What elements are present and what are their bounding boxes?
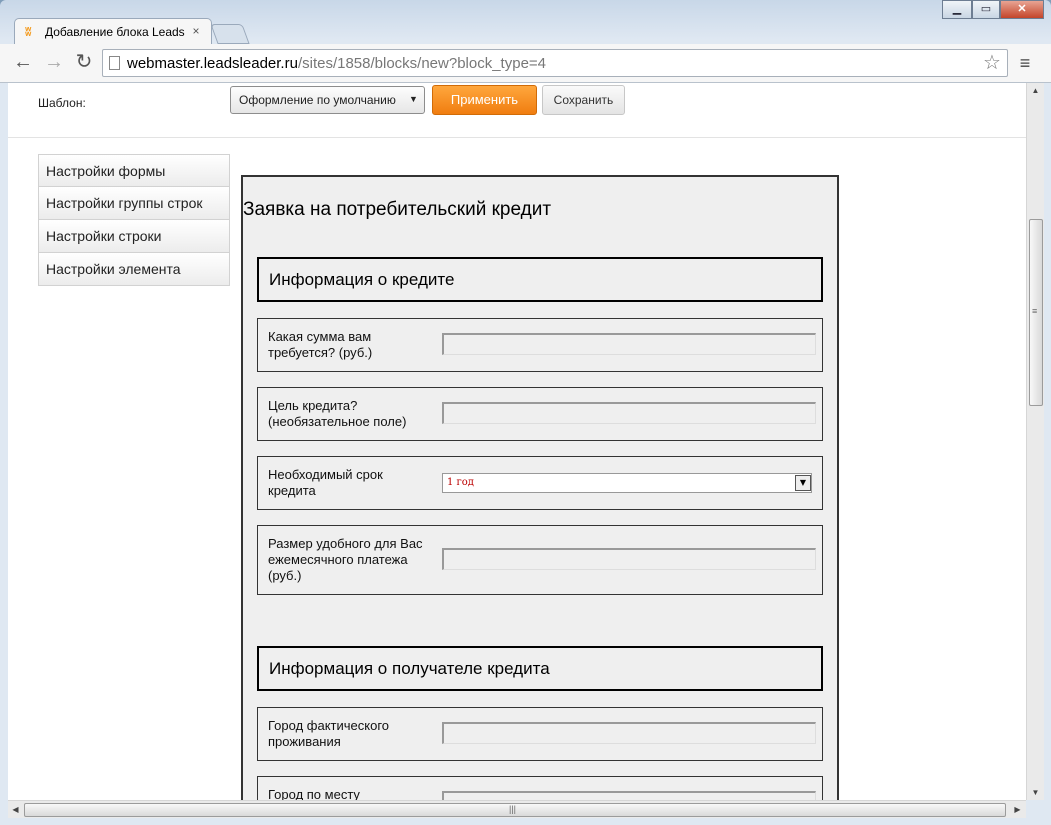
- template-select[interactable]: Оформление по умолчанию ▼: [230, 86, 425, 114]
- apply-button[interactable]: Применить: [432, 85, 537, 115]
- chevron-down-icon: ▼: [409, 94, 418, 104]
- template-bar: Шаблон: Оформление по умолчанию ▼ Примен…: [8, 83, 1026, 138]
- term-select-value: 1 год: [447, 477, 474, 488]
- forward-arrow-icon[interactable]: →: [43, 52, 65, 74]
- section-title: Информация о кредите: [269, 270, 455, 289]
- browser-window: ʬ Добавление блока Leadsl × ▁ ▭ ✕ ← → ↻ …: [0, 0, 1051, 825]
- tab-title: Добавление блока Leadsl: [45, 25, 185, 39]
- form-preview: Заявка на потребительский кредит Информа…: [241, 175, 839, 800]
- form-row[interactable]: Город по месту: [257, 776, 823, 800]
- row-label: Необходимый срок кредита: [268, 467, 383, 498]
- page-content: Шаблон: Оформление по умолчанию ▼ Примен…: [8, 83, 1026, 800]
- bookmark-star-icon[interactable]: ☆: [981, 52, 1003, 74]
- url-text: webmaster.leadsleader.ru/sites/1858/bloc…: [127, 55, 547, 72]
- grip-icon: ≡: [1032, 306, 1038, 316]
- close-window-icon[interactable]: ✕: [1000, 0, 1044, 19]
- row-label: Цель кредита? (необязательное поле): [268, 398, 407, 429]
- tab-strip: ʬ Добавление блока Leadsl × ▁ ▭ ✕: [0, 0, 1051, 46]
- template-label: Шаблон:: [38, 96, 86, 110]
- minimize-icon[interactable]: ▁: [942, 0, 972, 19]
- section-header[interactable]: Информация о получателе кредита: [257, 646, 823, 691]
- reload-icon[interactable]: ↻: [73, 52, 95, 74]
- new-tab-button[interactable]: [210, 24, 250, 44]
- scroll-left-icon[interactable]: ◀: [8, 801, 23, 818]
- page-icon: [109, 56, 120, 70]
- scrollbar-thumb[interactable]: ≡: [1029, 219, 1043, 406]
- form-row[interactable]: Цель кредита? (необязательное поле): [257, 387, 823, 441]
- sidebar-item-row-settings[interactable]: Настройки строки: [38, 220, 230, 253]
- settings-sidebar: Настройки формы Настройки группы строк Н…: [38, 154, 230, 286]
- form-title: Заявка на потребительский кредит: [243, 199, 552, 220]
- row-label: Город фактического проживания: [268, 718, 389, 749]
- scrollbar-thumb[interactable]: |||: [24, 803, 1006, 817]
- back-arrow-icon[interactable]: ←: [12, 52, 34, 74]
- address-bar[interactable]: webmaster.leadsleader.ru/sites/1858/bloc…: [102, 49, 1008, 77]
- purpose-input[interactable]: [442, 402, 816, 424]
- section-title: Информация о получателе кредита: [269, 659, 550, 678]
- term-select[interactable]: 1 год ▼: [442, 473, 812, 493]
- section-header[interactable]: Информация о кредите: [257, 257, 823, 302]
- scroll-down-icon[interactable]: ▼: [1027, 785, 1044, 800]
- row-label: Какая сумма вам требуется? (руб.): [268, 329, 373, 360]
- maximize-icon[interactable]: ▭: [972, 0, 1000, 19]
- scroll-right-icon[interactable]: ▶: [1010, 801, 1025, 818]
- tab-close-icon[interactable]: ×: [189, 24, 203, 38]
- row-label: Город по месту: [268, 787, 360, 800]
- browser-toolbar: ← → ↻ webmaster.leadsleader.ru/sites/185…: [0, 44, 1051, 83]
- form-row[interactable]: Город фактического проживания: [257, 707, 823, 761]
- horizontal-scrollbar[interactable]: ◀ ||| ▶: [8, 800, 1026, 818]
- leadsleader-favicon-icon: ʬ: [25, 25, 32, 39]
- monthly-payment-input[interactable]: [442, 548, 816, 570]
- sidebar-item-row-group-settings[interactable]: Настройки группы строк: [38, 187, 230, 220]
- template-select-value: Оформление по умолчанию: [239, 93, 396, 107]
- vertical-scrollbar[interactable]: ▲ ≡ ▼: [1026, 83, 1044, 800]
- window-controls: ▁ ▭ ✕: [942, 0, 1046, 20]
- form-row[interactable]: Необходимый срок кредита 1 год ▼: [257, 456, 823, 510]
- menu-icon[interactable]: ≡: [1016, 54, 1034, 72]
- row-label: Размер удобного для Вас ежемесячного пла…: [268, 536, 423, 583]
- form-row[interactable]: Какая сумма вам требуется? (руб.): [257, 318, 823, 372]
- save-button[interactable]: Сохранить: [542, 85, 625, 115]
- grip-icon: |||: [509, 804, 517, 814]
- form-row[interactable]: Размер удобного для Вас ежемесячного пла…: [257, 525, 823, 595]
- registration-city-input[interactable]: [442, 791, 816, 800]
- scroll-up-icon[interactable]: ▲: [1027, 83, 1044, 98]
- browser-tab[interactable]: ʬ Добавление блока Leadsl ×: [14, 18, 212, 46]
- city-input[interactable]: [442, 722, 816, 744]
- sidebar-item-element-settings[interactable]: Настройки элемента: [38, 253, 230, 286]
- amount-input[interactable]: [442, 333, 816, 355]
- sidebar-item-form-settings[interactable]: Настройки формы: [38, 154, 230, 187]
- chevron-down-icon[interactable]: ▼: [795, 475, 811, 491]
